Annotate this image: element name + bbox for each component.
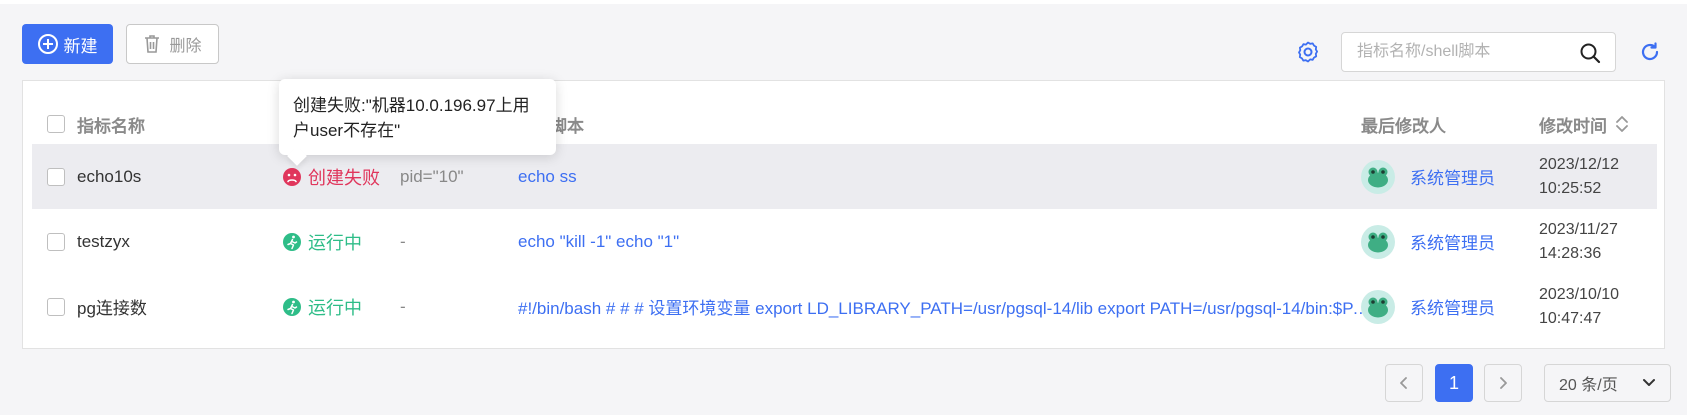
table-row[interactable]: pg连接数 运行中 - #!/bin/bash # # # 设置环境变量 exp… bbox=[32, 274, 1657, 339]
running-icon bbox=[283, 297, 301, 316]
modified-time: 14:28:36 bbox=[1539, 244, 1602, 262]
frog-avatar-icon bbox=[1368, 167, 1388, 187]
row-checkbox[interactable] bbox=[47, 167, 65, 186]
script-link[interactable]: #!/bin/bash # # # 设置环境变量 export LD_LIBRA… bbox=[518, 294, 1378, 319]
modifier-link[interactable]: 系统管理员 bbox=[1410, 294, 1495, 319]
table-row[interactable]: echo10s 创建失败 pid="10" echo ss 系统管理员 2023… bbox=[32, 144, 1657, 209]
sort-icon[interactable] bbox=[1615, 115, 1629, 133]
labels-text: - bbox=[400, 296, 406, 316]
new-button-label: 新建 bbox=[63, 36, 98, 56]
search-input[interactable] bbox=[1357, 33, 1567, 71]
metric-name: testzyx bbox=[77, 231, 130, 251]
status-text: 创建失败 bbox=[308, 167, 380, 188]
row-checkbox[interactable] bbox=[47, 297, 65, 316]
chevron-right-icon bbox=[1500, 377, 1507, 389]
modified-date: 2023/10/10 bbox=[1539, 285, 1620, 303]
avatar bbox=[1361, 224, 1395, 259]
modifier-link[interactable]: 系统管理员 bbox=[1410, 164, 1495, 189]
page-size-select[interactable]: 20 条/页 bbox=[1544, 364, 1671, 402]
status-badge[interactable]: 创建失败 bbox=[282, 164, 380, 190]
page-1-button[interactable]: 1 bbox=[1435, 364, 1473, 402]
frog-avatar-icon bbox=[1368, 297, 1388, 317]
plus-circle-icon bbox=[37, 34, 58, 54]
labels-text: pid="10" bbox=[400, 166, 464, 186]
trash-icon bbox=[145, 35, 160, 53]
refresh-icon[interactable] bbox=[1639, 41, 1661, 63]
current-page: 1 bbox=[1448, 372, 1459, 393]
table-row[interactable]: testzyx 运行中 - echo "kill -1" echo "1" 系统… bbox=[32, 209, 1657, 274]
chevron-left-icon bbox=[1400, 377, 1407, 389]
delete-button-label: 删除 bbox=[169, 38, 202, 55]
labels-text: - bbox=[400, 231, 406, 251]
column-header-time[interactable]: 修改时间 bbox=[1539, 112, 1607, 137]
select-all-checkbox[interactable] bbox=[47, 115, 65, 133]
avatar bbox=[1361, 159, 1395, 194]
metric-name: pg连接数 bbox=[77, 299, 147, 318]
chevron-down-icon bbox=[1643, 379, 1655, 386]
modified-time: 10:47:47 bbox=[1539, 309, 1602, 327]
gear-icon[interactable] bbox=[1296, 40, 1320, 64]
column-header-name: 指标名称 bbox=[77, 116, 145, 136]
metric-name: echo10s bbox=[77, 166, 142, 186]
top-strip bbox=[0, 0, 1687, 4]
frog-avatar-icon bbox=[1368, 232, 1388, 252]
delete-button[interactable]: 删除 bbox=[126, 24, 219, 64]
column-header-modifier: 最后修改人 bbox=[1361, 116, 1446, 136]
avatar bbox=[1361, 289, 1395, 324]
sad-face-icon bbox=[283, 167, 301, 186]
metrics-table: 指标名称 脚本 最后修改人 修改时间 echo10s 创建失败 pid="10"… bbox=[22, 80, 1665, 349]
page-size-label: 20 条/页 bbox=[1559, 377, 1618, 394]
modifier-link[interactable]: 系统管理员 bbox=[1410, 229, 1495, 254]
tooltip-text: 创建失败:"机器10.0.196.97上用户user不存在" bbox=[293, 96, 530, 140]
prev-page-button[interactable] bbox=[1385, 364, 1423, 402]
modified-date: 2023/12/12 bbox=[1539, 155, 1620, 173]
status-text: 运行中 bbox=[308, 232, 362, 253]
status-text: 运行中 bbox=[308, 297, 362, 318]
new-button[interactable]: 新建 bbox=[22, 24, 113, 64]
script-link[interactable]: echo "kill -1" echo "1" bbox=[518, 232, 1378, 252]
error-tooltip: 创建失败:"机器10.0.196.97上用户user不存在" bbox=[279, 79, 556, 155]
modified-date: 2023/11/27 bbox=[1539, 220, 1618, 238]
row-checkbox[interactable] bbox=[47, 232, 65, 251]
status-badge[interactable]: 运行中 bbox=[282, 294, 362, 320]
script-link[interactable]: echo ss bbox=[518, 167, 1378, 187]
running-icon bbox=[283, 232, 301, 251]
search-icon[interactable] bbox=[1579, 42, 1601, 64]
search-box bbox=[1341, 32, 1616, 72]
status-badge[interactable]: 运行中 bbox=[282, 229, 362, 255]
modified-time: 10:25:52 bbox=[1539, 179, 1602, 197]
next-page-button[interactable] bbox=[1484, 364, 1522, 402]
